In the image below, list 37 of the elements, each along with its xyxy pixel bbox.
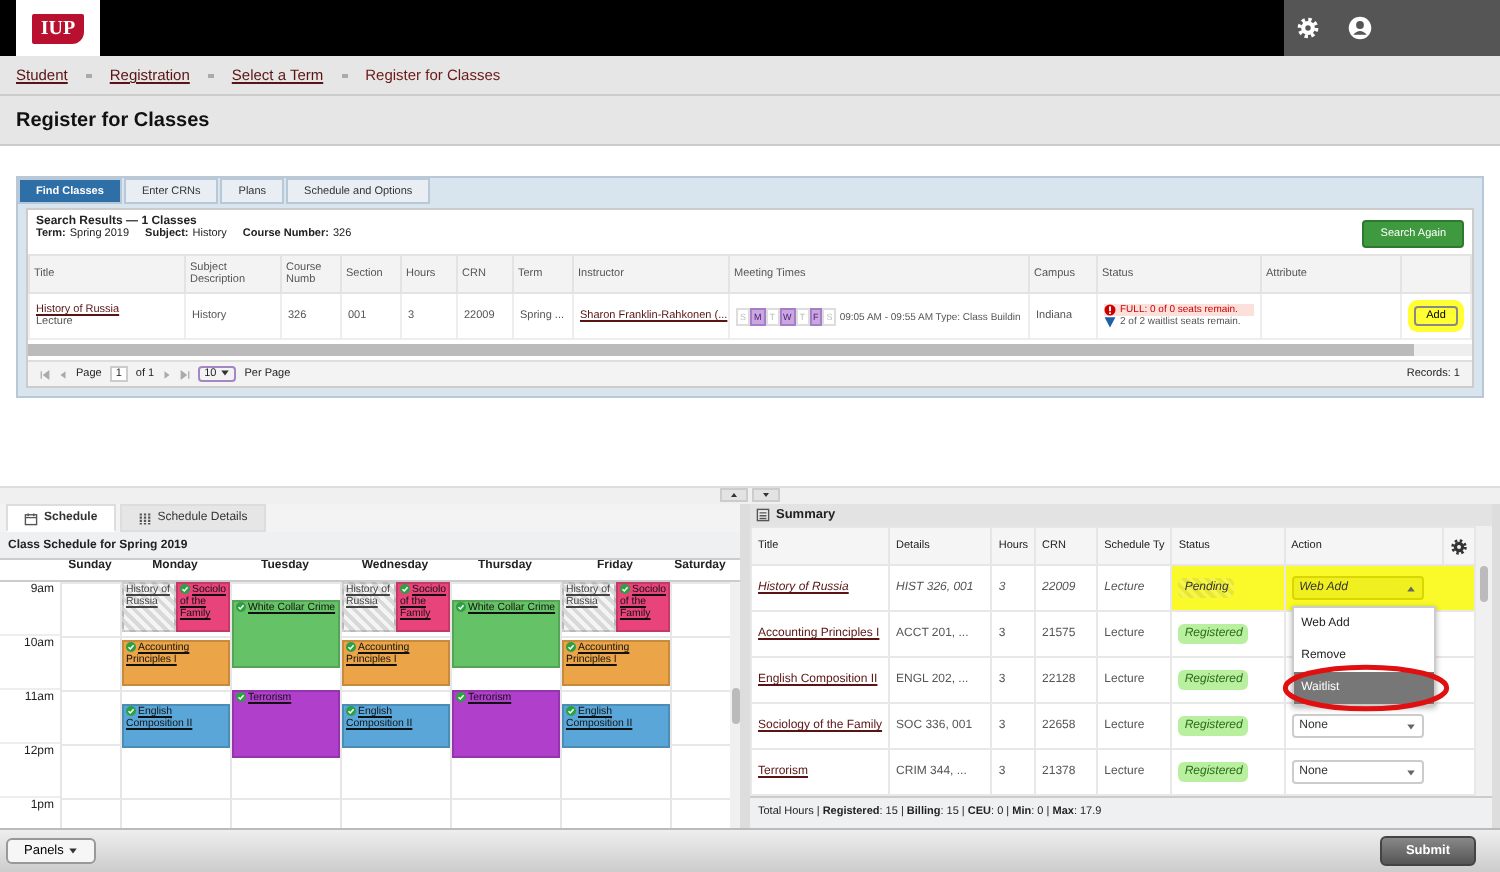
caret-icon <box>67 845 78 856</box>
separator-icon <box>85 73 92 77</box>
check-icon <box>566 705 576 716</box>
caret-icon <box>1405 721 1416 731</box>
first-page-icon[interactable] <box>40 369 50 379</box>
check-icon <box>126 642 136 653</box>
caret-icon <box>1405 767 1416 777</box>
vertical-scrollbar[interactable] <box>1476 526 1492 796</box>
check-icon <box>400 584 410 594</box>
settings-icon[interactable] <box>1450 537 1468 555</box>
columns-icon <box>137 511 152 525</box>
user-icon[interactable] <box>1348 16 1372 40</box>
caret-icon <box>1405 583 1416 593</box>
check-icon <box>236 602 246 612</box>
alert-icon <box>1104 304 1116 316</box>
check-icon <box>236 692 246 702</box>
expand-down-icon[interactable] <box>752 488 780 502</box>
check-icon <box>180 584 190 594</box>
previous-page-icon[interactable] <box>58 369 68 379</box>
last-page-icon[interactable] <box>180 369 191 379</box>
separator-icon <box>341 73 348 77</box>
check-icon <box>456 602 466 612</box>
calendar-icon <box>24 511 38 525</box>
check-icon <box>346 705 356 716</box>
page-title: Register for Classes <box>16 109 210 131</box>
separator-icon <box>207 73 214 77</box>
vertical-scrollbar[interactable] <box>730 582 740 828</box>
caret-icon <box>220 368 231 379</box>
check-icon <box>346 642 356 653</box>
collapse-up-icon[interactable] <box>720 488 748 502</box>
check-icon <box>620 584 630 594</box>
horizontal-scrollbar[interactable] <box>28 344 1472 356</box>
check-icon <box>456 692 466 702</box>
logo[interactable]: IUP <box>16 0 100 56</box>
next-page-icon[interactable] <box>162 369 173 379</box>
check-icon <box>126 705 136 716</box>
check-icon <box>566 642 576 653</box>
